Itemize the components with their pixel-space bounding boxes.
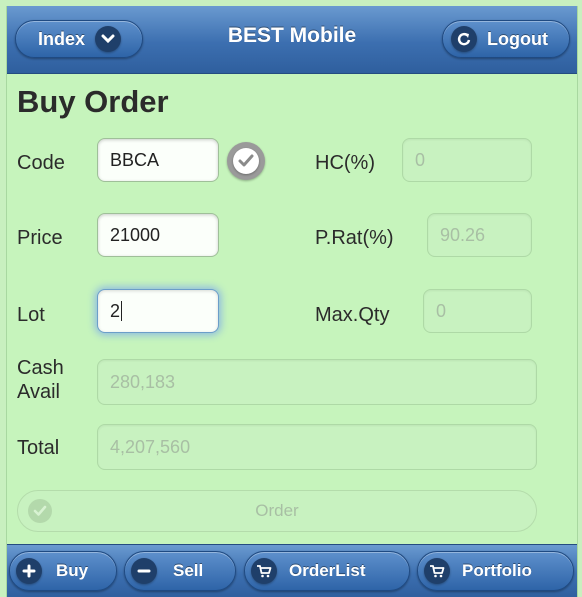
refresh-icon	[451, 26, 477, 52]
cash-label-line1: Cash	[17, 357, 64, 379]
sell-label: Sell	[173, 561, 204, 580]
buy-button[interactable]: Buy	[9, 551, 117, 591]
total-label: Total	[17, 437, 60, 459]
maxqty-label: Max.Qty	[315, 304, 390, 326]
cash-label: Cash Avail	[17, 356, 64, 404]
footer-tabbar: Buy Sell OrderList Portfolio	[7, 544, 577, 597]
plus-icon	[16, 558, 42, 584]
order-label: Order	[255, 501, 299, 520]
price-input[interactable]: 21000	[97, 213, 219, 257]
maxqty-field: 0	[423, 289, 532, 333]
lot-input[interactable]: 2	[97, 289, 219, 333]
minus-icon	[131, 558, 157, 584]
check-icon	[28, 499, 52, 523]
hc-label: HC(%)	[315, 152, 375, 174]
page: Index BEST Mobile Logout Buy Order Code …	[6, 6, 578, 597]
prat-label: P.Rat(%)	[315, 227, 394, 249]
order-button[interactable]: Order	[17, 490, 537, 532]
check-icon	[233, 148, 259, 174]
cash-field: 280,183	[97, 359, 537, 405]
hc-value: 0	[415, 149, 426, 170]
hc-field: 0	[402, 138, 532, 182]
lot-value: 2	[110, 300, 121, 321]
maxqty-value: 0	[436, 300, 447, 321]
lot-label: Lot	[17, 304, 45, 326]
code-check-button[interactable]	[227, 142, 265, 180]
prat-value: 90.26	[440, 224, 486, 245]
cart-icon	[251, 558, 277, 584]
price-label: Price	[17, 227, 63, 249]
portfolio-label: Portfolio	[462, 561, 532, 580]
total-value: 4,207,560	[110, 436, 191, 457]
code-value: BBCA	[110, 149, 160, 170]
header-bar: Index BEST Mobile Logout	[7, 6, 577, 74]
logout-label: Logout	[487, 28, 548, 49]
prat-field: 90.26	[427, 213, 532, 257]
page-title: Buy Order	[17, 84, 169, 119]
text-caret	[121, 301, 123, 321]
cash-label-line2: Avail	[17, 381, 60, 403]
cash-value: 280,183	[110, 371, 176, 392]
orderlist-label: OrderList	[289, 561, 366, 580]
buy-label: Buy	[56, 561, 89, 580]
portfolio-button[interactable]: Portfolio	[417, 551, 574, 591]
code-label: Code	[17, 152, 65, 174]
code-input[interactable]: BBCA	[97, 138, 219, 182]
orderlist-button[interactable]: OrderList	[244, 551, 410, 591]
logout-button[interactable]: Logout	[442, 20, 570, 58]
total-field: 4,207,560	[97, 424, 537, 470]
sell-button[interactable]: Sell	[124, 551, 236, 591]
price-value: 21000	[110, 224, 161, 245]
cart-icon	[424, 558, 450, 584]
